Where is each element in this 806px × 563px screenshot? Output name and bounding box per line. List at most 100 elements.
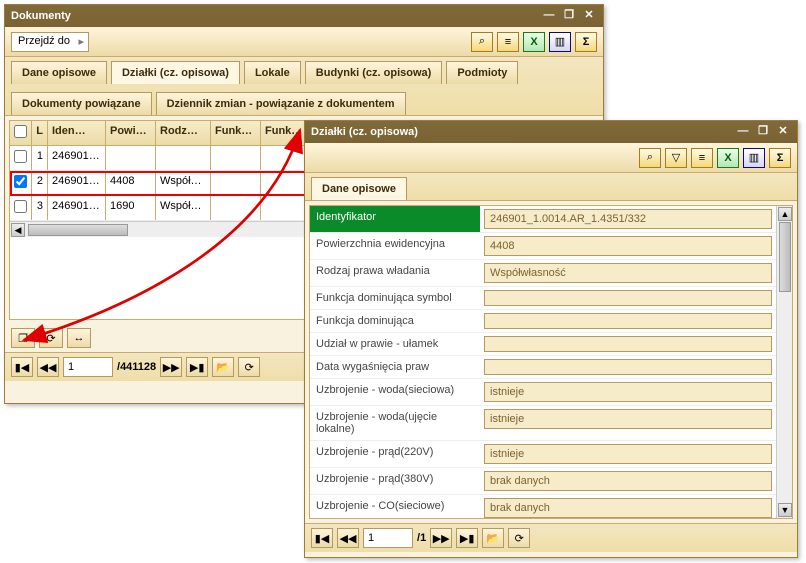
cell-rodz	[156, 146, 211, 170]
tab-podmioty[interactable]: Podmioty	[446, 61, 518, 84]
tab-dane-opisowe[interactable]: Dane opisowe	[311, 177, 407, 200]
popup-button[interactable]: ❐	[11, 328, 35, 348]
cell-funk1	[211, 196, 261, 220]
goto-dropdown[interactable]: Przejdź do	[11, 32, 89, 52]
tab-lokale[interactable]: Lokale	[244, 61, 301, 84]
field-label: Uzbrojenie - woda(sieciowa)	[310, 379, 480, 405]
close-icon[interactable]: ✕	[775, 125, 791, 139]
field-value: brak danych	[480, 468, 776, 494]
col-check[interactable]	[10, 121, 32, 145]
field-label: Uzbrojenie - CO(sieciowe)	[310, 495, 480, 521]
field-label: Uzbrojenie - prąd(220V)	[310, 441, 480, 467]
scroll-thumb[interactable]	[779, 222, 791, 292]
col-powi[interactable]: Powi…	[106, 121, 156, 145]
filter-icon[interactable]: ▽	[665, 148, 687, 168]
maximize-icon[interactable]: ❐	[561, 9, 577, 23]
window-dzialki: Działki (cz. opisowa) — ❐ ✕ ⌕ ▽ ≡ X ▥ Σ …	[304, 120, 798, 558]
first-page-button[interactable]: ▮◀	[311, 528, 333, 548]
col-rodz[interactable]: Rodz…	[156, 121, 211, 145]
search-icon[interactable]: ⌕	[471, 32, 493, 52]
reload-button[interactable]: ⟳	[508, 528, 530, 548]
field-input[interactable]	[484, 290, 772, 306]
field-input[interactable]: 246901_1.0014.AR_1.4351/332	[484, 209, 772, 229]
tab-dane-opisowe[interactable]: Dane opisowe	[11, 61, 107, 84]
minimize-icon[interactable]: —	[735, 125, 751, 139]
col-funk1[interactable]: Funk…	[211, 121, 261, 145]
minimize-icon[interactable]: —	[541, 9, 557, 23]
scroll-down-icon[interactable]: ▼	[778, 503, 792, 517]
cell-funk1	[211, 146, 261, 170]
last-page-button[interactable]: ▶▮	[186, 357, 208, 377]
tab-dziennik-zmian[interactable]: Dziennik zmian - powiązanie z dokumentem	[156, 92, 406, 115]
cell-rodz: Współ…	[156, 171, 211, 195]
refresh-button[interactable]: ⟳	[39, 328, 63, 348]
field-input[interactable]: Współwłasność	[484, 263, 772, 283]
tab-dokumenty-powiazane[interactable]: Dokumenty powiązane	[11, 92, 152, 115]
col-lp[interactable]: L	[32, 121, 48, 145]
folder-button[interactable]: 📂	[482, 528, 504, 548]
field-label: Udział w prawie - ułamek	[310, 333, 480, 355]
scroll-up-icon[interactable]: ▲	[778, 207, 792, 221]
form-row: Funkcja dominująca symbol	[310, 287, 776, 310]
window-title: Działki (cz. opisowa)	[311, 126, 731, 138]
next-page-button[interactable]: ▶▶	[160, 357, 182, 377]
cell-iden: 246901…	[48, 196, 106, 220]
row-checkbox[interactable]	[14, 175, 27, 188]
reload-button[interactable]: ⟳	[238, 357, 260, 377]
resize-button[interactable]: ↔	[67, 328, 91, 348]
toolbar-icons: ⌕ ≡ X ▥ Σ	[471, 32, 597, 52]
scroll-thumb[interactable]	[28, 224, 128, 236]
barcode-icon[interactable]: ≡	[691, 148, 713, 168]
field-input[interactable]: istnieje	[484, 409, 772, 429]
field-input[interactable]: istnieje	[484, 382, 772, 402]
field-input[interactable]: istnieje	[484, 444, 772, 464]
titlebar[interactable]: Działki (cz. opisowa) — ❐ ✕	[305, 121, 797, 143]
first-page-button[interactable]: ▮◀	[11, 357, 33, 377]
select-all-checkbox[interactable]	[14, 125, 27, 138]
search-icon[interactable]: ⌕	[639, 148, 661, 168]
titlebar[interactable]: Dokumenty — ❐ ✕	[5, 5, 603, 27]
page-input[interactable]	[363, 528, 413, 548]
sigma-icon[interactable]: Σ	[769, 148, 791, 168]
scroll-left-icon[interactable]: ◀	[11, 223, 25, 237]
form-area: Identyfikator246901_1.0014.AR_1.4351/332…	[309, 205, 793, 519]
row-checkbox[interactable]	[14, 200, 27, 213]
prev-page-button[interactable]: ◀◀	[337, 528, 359, 548]
barcode-icon[interactable]: ≡	[497, 32, 519, 52]
last-page-button[interactable]: ▶▮	[456, 528, 478, 548]
field-input[interactable]	[484, 336, 772, 352]
form-row: Udział w prawie - ułamek	[310, 333, 776, 356]
form-row: Powierzchnia ewidencyjna4408	[310, 233, 776, 260]
tab-dzialki[interactable]: Działki (cz. opisowa)	[111, 61, 240, 84]
field-label: Data wygaśnięcia praw	[310, 356, 480, 378]
col-iden[interactable]: Iden…	[48, 121, 106, 145]
sigma-icon[interactable]: Σ	[575, 32, 597, 52]
maximize-icon[interactable]: ❐	[755, 125, 771, 139]
field-input[interactable]: brak danych	[484, 471, 772, 491]
pager: ▮◀ ◀◀ /1 ▶▶ ▶▮ 📂 ⟳	[305, 523, 797, 552]
field-input[interactable]	[484, 359, 772, 375]
columns-icon[interactable]: ▥	[549, 32, 571, 52]
form-row: Data wygaśnięcia praw	[310, 356, 776, 379]
field-input[interactable]: 4408	[484, 236, 772, 256]
page-input[interactable]	[63, 357, 113, 377]
field-input[interactable]: brak danych	[484, 498, 772, 518]
close-icon[interactable]: ✕	[581, 9, 597, 23]
tabs: Dane opisowe Działki (cz. opisowa) Lokal…	[5, 57, 603, 116]
tabs: Dane opisowe	[305, 173, 797, 201]
tab-budynki[interactable]: Budynki (cz. opisowa)	[305, 61, 443, 84]
field-label: Rodzaj prawa władania	[310, 260, 480, 286]
next-page-button[interactable]: ▶▶	[430, 528, 452, 548]
vertical-scrollbar[interactable]: ▲ ▼	[776, 206, 792, 518]
folder-button[interactable]: 📂	[212, 357, 234, 377]
excel-icon[interactable]: X	[523, 32, 545, 52]
prev-page-button[interactable]: ◀◀	[37, 357, 59, 377]
field-value	[480, 287, 776, 309]
field-input[interactable]	[484, 313, 772, 329]
form-row: Identyfikator246901_1.0014.AR_1.4351/332	[310, 206, 776, 233]
field-value: Współwłasność	[480, 260, 776, 286]
row-checkbox[interactable]	[14, 150, 27, 163]
columns-icon[interactable]: ▥	[743, 148, 765, 168]
cell-powi: 4408	[106, 171, 156, 195]
excel-icon[interactable]: X	[717, 148, 739, 168]
